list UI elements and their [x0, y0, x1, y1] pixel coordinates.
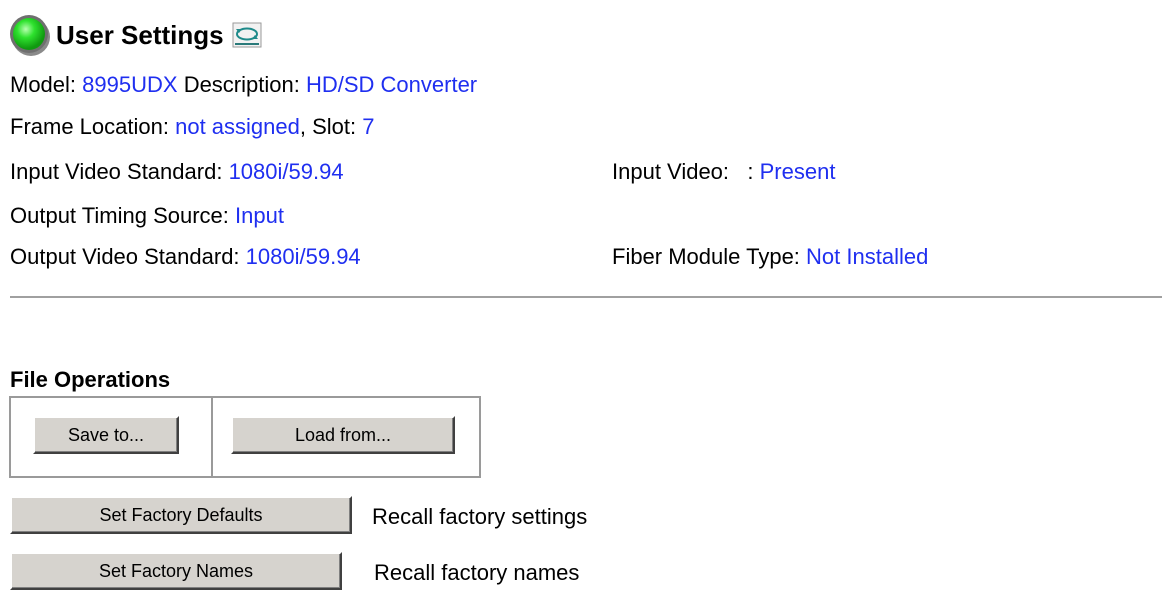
frame-location-line: Frame Location: not assigned, Slot: 7 [10, 112, 374, 142]
slot-label: , Slot: [299, 114, 357, 139]
fiber-module-type-label: Fiber Module Type: [612, 244, 800, 269]
output-timing-source-line: Output Timing Source: Input [10, 201, 284, 231]
fiber-module-type-value: Not Installed [806, 244, 929, 269]
save-to-button[interactable]: Save to... [33, 416, 179, 454]
model-line: Model: 8995UDX Description: HD/SD Conver… [10, 70, 477, 100]
output-video-standard-label: Output Video Standard: [10, 244, 240, 269]
frame-location-label: Frame Location: [10, 114, 169, 139]
input-video-standard-value: 1080i/59.94 [228, 159, 344, 184]
status-led-icon [8, 13, 52, 57]
description-label: Description: [183, 72, 300, 97]
page-title: User Settings [56, 20, 224, 50]
input-video-standard-label: Input Video Standard: [10, 159, 223, 184]
refresh-icon[interactable] [232, 22, 262, 48]
output-video-standard-value: 1080i/59.94 [245, 244, 361, 269]
output-timing-source-label: Output Timing Source: [10, 203, 229, 228]
description-value: HD/SD Converter [305, 72, 478, 97]
model-value: 8995UDX [82, 72, 178, 97]
set-factory-names-button[interactable]: Set Factory Names [10, 552, 342, 590]
input-video-value: Present [759, 159, 836, 184]
input-video-line: Input Video: : Present [612, 157, 835, 187]
input-video-standard-line: Input Video Standard: 1080i/59.94 [10, 157, 344, 187]
input-video-label: Input Video: : [612, 159, 754, 184]
model-label: Model: [10, 72, 77, 97]
factory-defaults-description: Recall factory settings [372, 504, 588, 529]
output-timing-source-value: Input [235, 203, 284, 228]
panel-divider [211, 398, 213, 476]
frame-location-value: not assigned [175, 114, 300, 139]
page-header: User Settings [8, 10, 262, 60]
section-divider [10, 296, 1162, 298]
file-operations-panel: Save to... Load from... [9, 396, 481, 478]
slot-value: 7 [362, 114, 375, 139]
file-operations-title: File Operations [10, 367, 171, 392]
fiber-module-type-line: Fiber Module Type: Not Installed [612, 242, 928, 272]
set-factory-defaults-button[interactable]: Set Factory Defaults [10, 496, 352, 534]
output-video-standard-line: Output Video Standard: 1080i/59.94 [10, 242, 361, 272]
load-from-button[interactable]: Load from... [231, 416, 455, 454]
factory-names-description: Recall factory names [374, 560, 580, 585]
